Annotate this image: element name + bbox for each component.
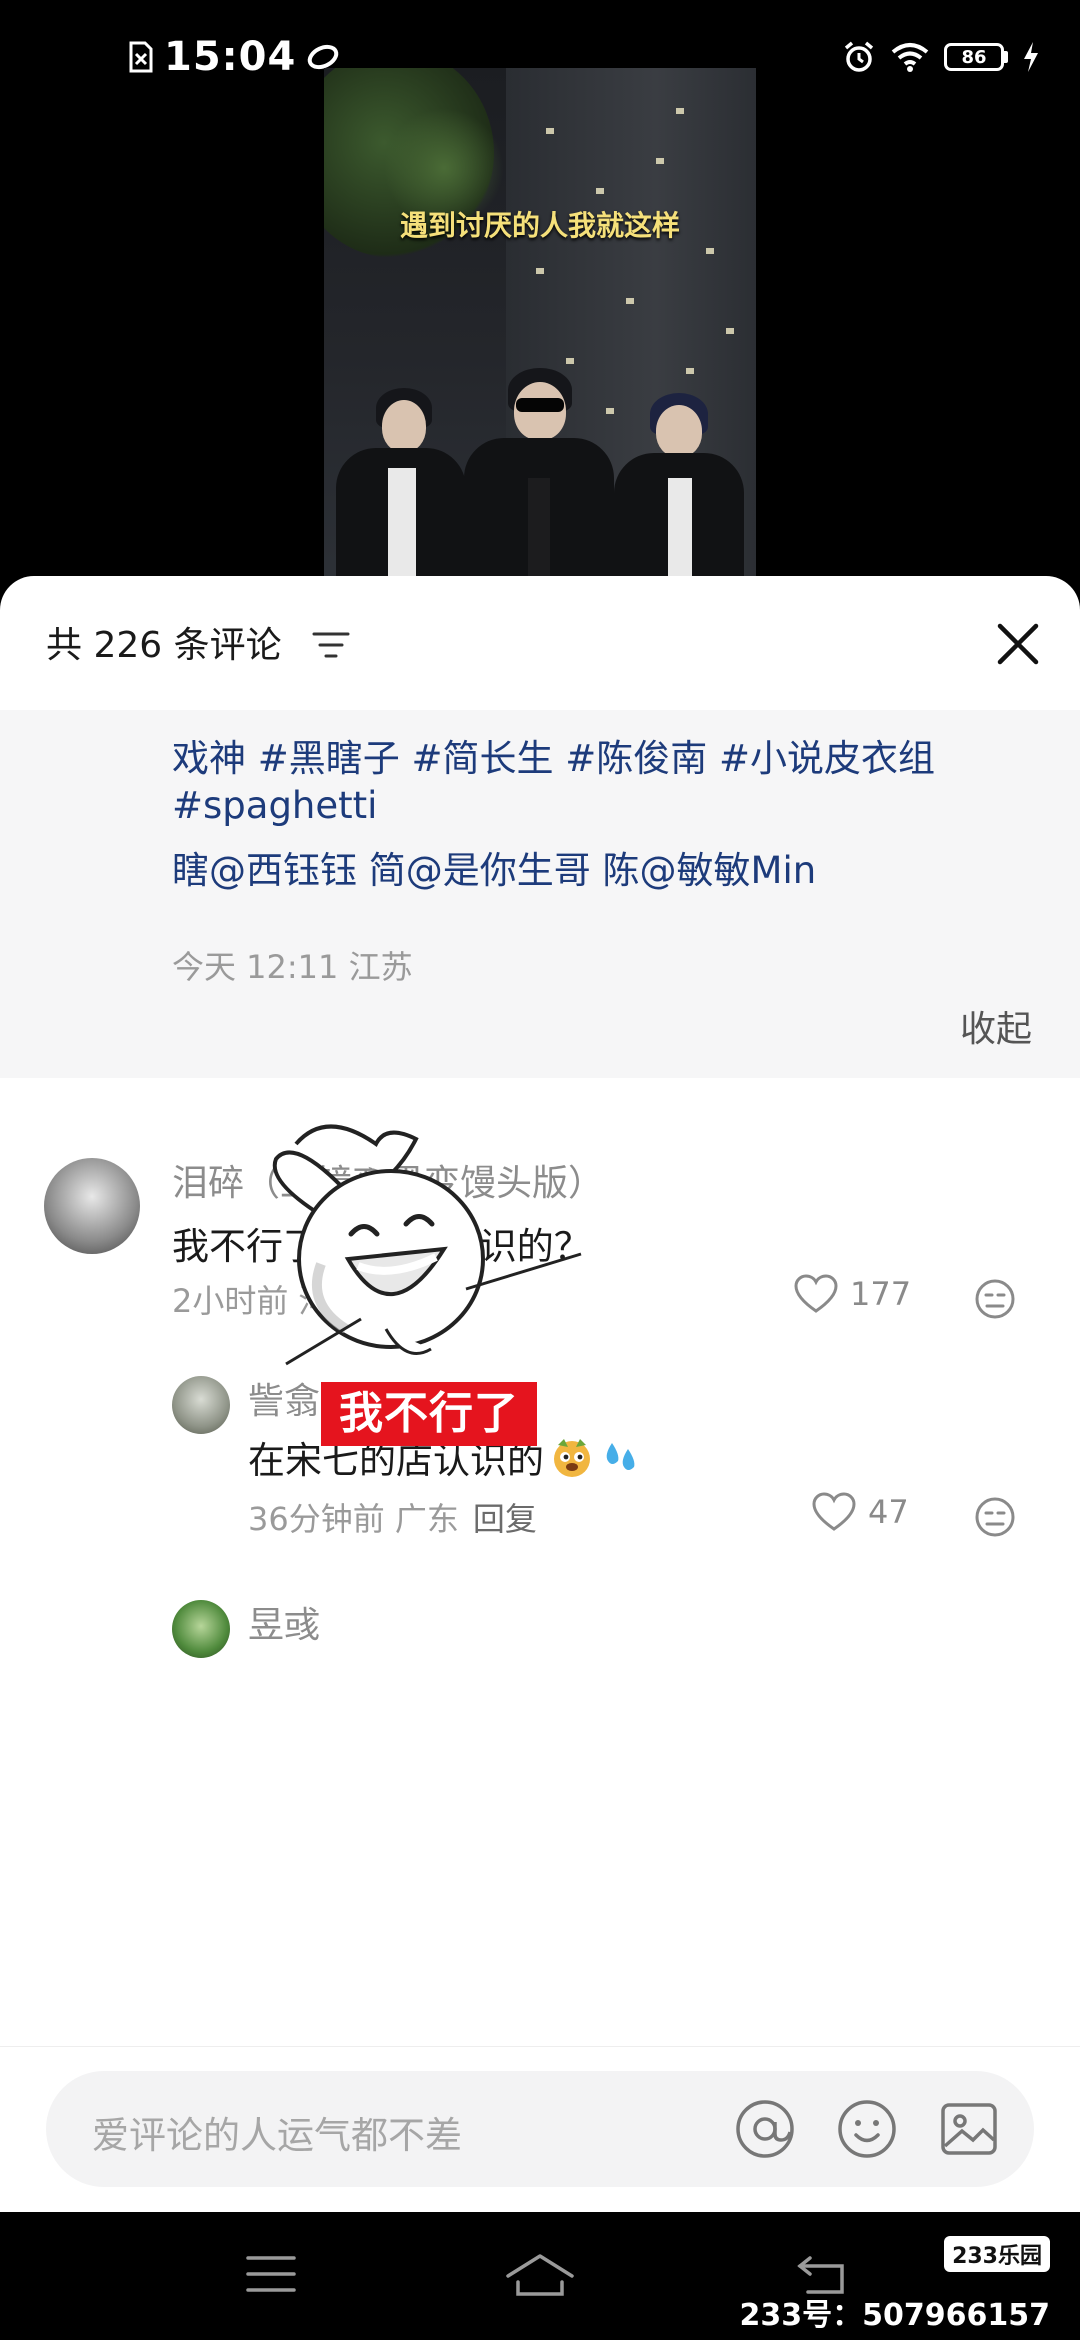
- reply-username[interactable]: 昱彧: [248, 1596, 320, 1648]
- post-caption-panel: 戏神 #黑瞎子 #简长生 #陈俊南 #小说皮衣组 #spaghetti 瞎@西钰…: [0, 710, 1080, 1078]
- comment-input-bar: 爱评论的人运气都不差: [0, 2046, 1080, 2212]
- comments-sheet: 共 226 条评论 戏神 #黑瞎子 #简长生 #陈俊南 #小说皮衣组 #spag…: [0, 576, 1080, 2212]
- collapse-button[interactable]: 收起: [960, 1000, 1032, 1052]
- reply-item: 昱彧: [0, 1586, 1080, 1666]
- avatar[interactable]: [44, 1158, 140, 1254]
- wifi-icon: [891, 43, 929, 72]
- reply-time-location: 36分钟前 广东: [248, 1500, 459, 1538]
- watermark-text: 233号：507966157: [739, 2298, 1051, 2333]
- status-time: 15:04: [164, 34, 297, 80]
- menu-icon[interactable]: [244, 2252, 298, 2296]
- watermark-badge: 233乐园: [944, 2236, 1050, 2272]
- emoji-icon[interactable]: [836, 2098, 898, 2160]
- input-placeholder: 爱评论的人运气都不差: [92, 2114, 462, 2157]
- post-mentions-line[interactable]: 瞎@西钰钰 简@是你生哥 陈@敏敏Min: [172, 840, 816, 894]
- dislike-icon[interactable]: [974, 1278, 1016, 1320]
- post-hashtag-spaghetti[interactable]: #spaghetti: [172, 784, 377, 827]
- heart-icon: [794, 1274, 838, 1313]
- video-player[interactable]: 遇到讨厌的人我就这样: [324, 68, 756, 588]
- avatar[interactable]: [172, 1376, 230, 1434]
- heart-icon: [812, 1492, 856, 1531]
- close-icon[interactable]: [990, 616, 1046, 672]
- person-center: [464, 368, 614, 588]
- comment-count: 共 226 条评论: [46, 625, 282, 666]
- post-hashtags-line[interactable]: 戏神 #黑瞎子 #简长生 #陈俊南 #小说皮衣组: [172, 728, 935, 782]
- comment-input[interactable]: 爱评论的人运气都不差: [46, 2071, 1034, 2187]
- like-count: 47: [868, 1493, 909, 1531]
- like-count: 177: [850, 1275, 912, 1313]
- comments-header: 共 226 条评论: [0, 576, 1080, 710]
- video-caption: 遇到讨厌的人我就这样: [399, 209, 680, 242]
- home-icon[interactable]: [504, 2252, 576, 2298]
- alarm-icon: [844, 41, 874, 72]
- laughing-rabbit-sticker: [272, 1124, 582, 1366]
- sticker-caption: 我不行了: [321, 1382, 537, 1446]
- sort-filter-icon[interactable]: [312, 630, 350, 660]
- person-left: [336, 388, 466, 588]
- post-meta: 今天 12:11 江苏: [172, 948, 413, 986]
- avatar[interactable]: [172, 1600, 230, 1658]
- app-notification-icon: [308, 44, 339, 70]
- battery-level: 86: [944, 43, 1004, 71]
- charging-icon: [1024, 42, 1038, 72]
- person-right: [614, 393, 744, 588]
- system-nav-bar: 233乐园 233号：507966157: [0, 2212, 1080, 2340]
- like-button[interactable]: 47: [812, 1492, 909, 1532]
- battery-indicator: 86: [944, 43, 1008, 71]
- dislike-icon[interactable]: [974, 1496, 1016, 1538]
- image-picker-icon[interactable]: [938, 2098, 1000, 2160]
- sim-off-icon: [129, 41, 153, 73]
- like-button[interactable]: 177: [794, 1274, 911, 1314]
- reply-meta: 36分钟前 广东 回复: [248, 1494, 537, 1540]
- reply-button[interactable]: 回复: [473, 1500, 537, 1538]
- sweat-drops-icon: [606, 1443, 635, 1470]
- mention-at-icon[interactable]: [734, 2098, 796, 2160]
- sticker-image[interactable]: 我不行了: [266, 1114, 596, 1454]
